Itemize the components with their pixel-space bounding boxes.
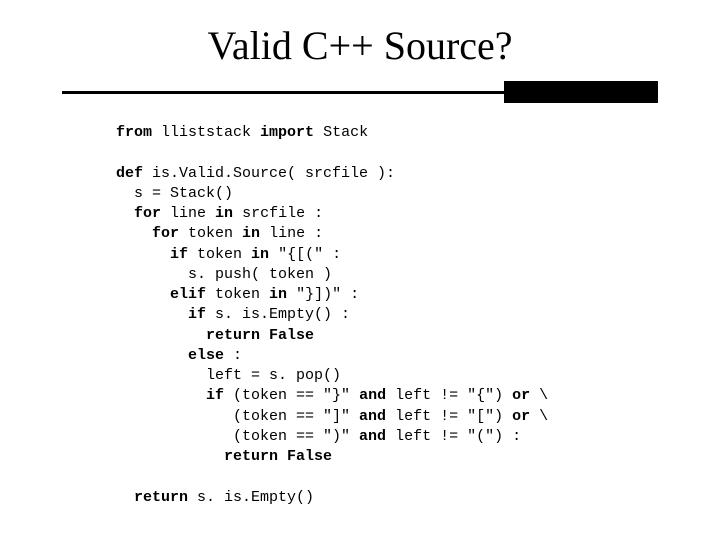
code-text: left = s. pop()	[116, 367, 341, 384]
code-text: s. push( token )	[116, 266, 332, 283]
code-text: left != "{")	[386, 387, 512, 404]
code-text: is.Valid.Source( srcfile ):	[143, 165, 395, 182]
kw-for: for	[134, 205, 161, 222]
kw-or: or	[512, 408, 530, 425]
code-text	[116, 225, 152, 242]
code-text: token	[188, 246, 251, 263]
code-text: s. is.Empty() :	[206, 306, 350, 323]
title-underline	[0, 81, 720, 105]
code-text	[116, 246, 170, 263]
code-text: token	[206, 286, 269, 303]
kw-in: in	[215, 205, 233, 222]
code-text: "{[(" :	[269, 246, 341, 263]
code-text: line	[161, 205, 215, 222]
code-text: s. is.Empty()	[188, 489, 314, 506]
kw-elif: elif	[170, 286, 206, 303]
kw-def: def	[116, 165, 143, 182]
kw-import: import	[260, 124, 314, 141]
code-text: "}])" :	[287, 286, 359, 303]
code-text	[116, 327, 206, 344]
code-text: token	[179, 225, 242, 242]
code-text: srcfile :	[233, 205, 323, 222]
code-text: \	[530, 408, 548, 425]
kw-if: if	[206, 387, 224, 404]
code-text	[116, 286, 170, 303]
code-text: (token == ")"	[116, 428, 359, 445]
code-text	[116, 306, 188, 323]
code-text: Stack	[314, 124, 368, 141]
kw-and: and	[359, 408, 386, 425]
code-text	[116, 205, 134, 222]
kw-return: return	[134, 489, 188, 506]
code-text	[116, 387, 206, 404]
kw-and: and	[359, 428, 386, 445]
code-block: from lliststack import Stack def is.Vali…	[116, 123, 720, 508]
code-text: :	[224, 347, 242, 364]
accent-block	[504, 81, 658, 103]
kw-in: in	[251, 246, 269, 263]
code-text: line :	[260, 225, 323, 242]
code-text: s = Stack()	[116, 185, 233, 202]
kw-return-false: return False	[206, 327, 314, 344]
code-text	[116, 448, 224, 465]
kw-for: for	[152, 225, 179, 242]
kw-in: in	[269, 286, 287, 303]
code-text: lliststack	[152, 124, 260, 141]
kw-if: if	[188, 306, 206, 323]
code-text: \	[530, 387, 548, 404]
kw-and: and	[359, 387, 386, 404]
code-text: left != "[")	[386, 408, 512, 425]
kw-from: from	[116, 124, 152, 141]
kw-else: else	[188, 347, 224, 364]
code-text: (token == "]"	[116, 408, 359, 425]
code-text	[116, 489, 134, 506]
kw-or: or	[512, 387, 530, 404]
code-text: left != "(") :	[386, 428, 521, 445]
slide-title: Valid C++ Source?	[0, 0, 720, 69]
kw-if: if	[170, 246, 188, 263]
kw-in: in	[242, 225, 260, 242]
code-text: (token == "}"	[224, 387, 359, 404]
code-text	[116, 347, 188, 364]
kw-return-false: return False	[224, 448, 332, 465]
slide: Valid C++ Source? from lliststack import…	[0, 0, 720, 540]
